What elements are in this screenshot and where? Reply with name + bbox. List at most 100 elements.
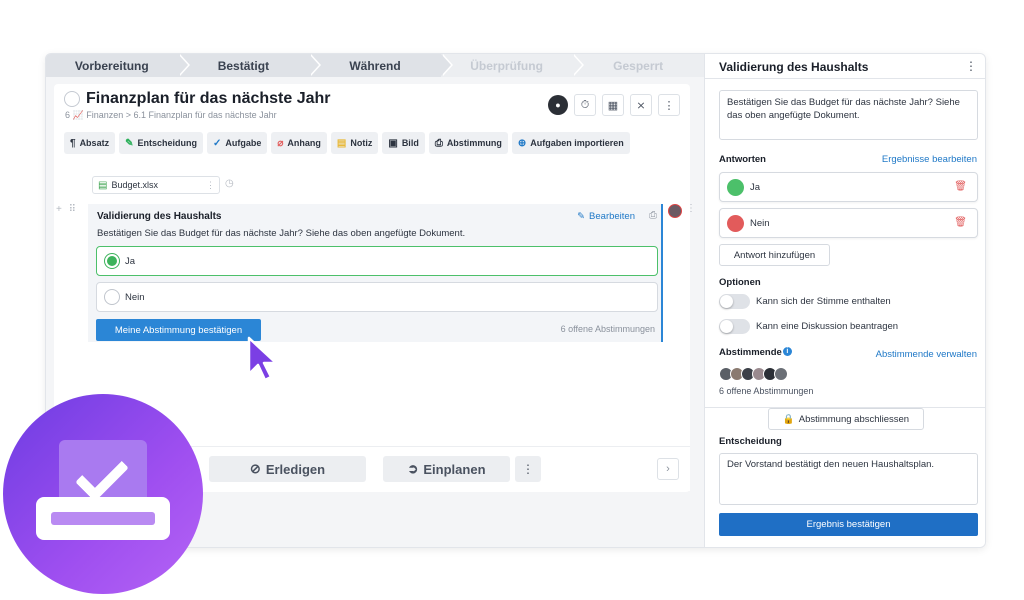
radio-selected[interactable] bbox=[104, 253, 120, 269]
tool-label: Entscheidung bbox=[137, 138, 197, 148]
info-icon[interactable]: i bbox=[782, 347, 792, 356]
answer-label: Ja bbox=[750, 181, 761, 193]
discussion-toggle[interactable] bbox=[719, 319, 750, 334]
paragraph-icon: ¶ bbox=[70, 137, 76, 149]
voter-avatars bbox=[719, 367, 788, 381]
spreadsheet-icon: ▤ bbox=[98, 179, 108, 191]
decision-field[interactable]: Der Vorstand bestätigt den neuen Haushal… bbox=[719, 453, 978, 505]
vote-option-nein[interactable]: Nein bbox=[96, 282, 658, 312]
edit-label: Bearbeiten bbox=[589, 211, 635, 222]
option-label: Nein bbox=[125, 291, 145, 303]
panel-title: Validierung des Haushalts bbox=[719, 60, 869, 74]
tool-absatz[interactable]: ¶ Absatz bbox=[64, 132, 116, 154]
title-row: Finanzplan für das nächste Jahr bbox=[64, 90, 331, 108]
manage-voters-link[interactable]: Abstimmende verwalten bbox=[876, 349, 977, 360]
tool-aufgaben-importieren[interactable]: ⊕ Aufgaben importieren bbox=[511, 132, 630, 154]
divider bbox=[705, 78, 985, 79]
more-icon[interactable]: ⋮ bbox=[658, 94, 680, 116]
ballot-box-badge-icon bbox=[3, 394, 203, 594]
answer-ja[interactable]: Ja 🗑 bbox=[719, 172, 978, 202]
vote-block: Validierung des Haushalts ✎ Bearbeiten ⎙ … bbox=[88, 204, 663, 342]
vote-title: Validierung des Haushalts bbox=[97, 211, 222, 222]
edit-vote-button[interactable]: ✎ Bearbeiten bbox=[577, 211, 635, 222]
tool-label: Bild bbox=[401, 138, 419, 148]
vote-description: Bestätigen Sie das Budget für das nächst… bbox=[97, 228, 466, 239]
note-icon: ▤ bbox=[336, 137, 347, 149]
import-icon: ⊕ bbox=[517, 137, 527, 149]
clock-icon[interactable]: ◷ bbox=[225, 178, 234, 189]
tool-entscheidung[interactable]: ✎ Entscheidung bbox=[119, 132, 203, 154]
file-name: Budget.xlsx bbox=[111, 180, 158, 190]
drag-handle-icon[interactable]: + ⠿ bbox=[56, 204, 78, 215]
done-label: Erledigen bbox=[265, 461, 326, 477]
ballot-icon: ⎙ bbox=[434, 137, 443, 149]
abstain-toggle[interactable] bbox=[719, 294, 750, 309]
gavel-icon: ✎ bbox=[125, 137, 134, 149]
calendar-icon[interactable]: ▦ bbox=[602, 94, 624, 116]
confirm-vote-button[interactable]: Meine Abstimmung bestätigen bbox=[96, 319, 261, 341]
next-chevron-icon[interactable]: › bbox=[657, 458, 679, 480]
trash-icon[interactable]: 🗑 bbox=[954, 217, 967, 228]
step-gesperrt[interactable]: Gesperrt bbox=[572, 54, 704, 77]
arrow-circle-icon: ➲ bbox=[407, 461, 419, 476]
print-icon[interactable]: ⎙ bbox=[649, 210, 657, 221]
tool-label: Aufgabe bbox=[225, 138, 262, 148]
file-menu-icon[interactable]: ⋮ bbox=[206, 180, 215, 191]
ballot-slot bbox=[51, 512, 155, 525]
color-dot[interactable] bbox=[727, 178, 744, 196]
close-vote-button[interactable]: 🔒 Abstimmung abschliessen bbox=[768, 408, 924, 430]
more-icon[interactable]: ⋮ bbox=[686, 203, 696, 214]
trash-icon[interactable]: 🗑 bbox=[954, 181, 967, 192]
tool-abstimmung[interactable]: ⎙ Abstimmung bbox=[428, 132, 508, 154]
schedule-button[interactable]: ➲ Einplanen bbox=[383, 456, 510, 482]
tool-aufgabe[interactable]: ✓ Aufgabe bbox=[206, 132, 268, 154]
breadcrumb[interactable]: 6 📈 Finanzen > 6.1 Finanzplan für das nä… bbox=[65, 110, 277, 121]
lock-icon: 🔒 bbox=[782, 413, 795, 425]
step-waehrend[interactable]: Während bbox=[309, 54, 453, 77]
abstain-option: Kann sich der Stimme enthalten bbox=[719, 294, 891, 309]
option-label: Ja bbox=[125, 255, 136, 267]
check-icon: ✓ bbox=[212, 137, 222, 149]
paperclip-icon: ⌀ bbox=[277, 137, 284, 149]
answer-nein[interactable]: Nein 🗑 bbox=[719, 208, 978, 238]
close-vote-label: Abstimmung abschliessen bbox=[798, 413, 910, 425]
page-title: Finanzplan für das nächste Jahr bbox=[86, 90, 331, 107]
open-votes-count: 6 offene Abstimmungen bbox=[560, 324, 655, 334]
vote-option-ja[interactable]: Ja bbox=[96, 246, 658, 276]
tool-anhang[interactable]: ⌀ Anhang bbox=[271, 132, 327, 154]
radio-unselected[interactable] bbox=[104, 289, 120, 305]
avatar[interactable] bbox=[774, 367, 788, 381]
check-circle-icon: ⊘ bbox=[249, 461, 261, 476]
step-vorbereitung[interactable]: Vorbereitung bbox=[46, 54, 190, 77]
insert-toolbar: ¶ Absatz ✎ Entscheidung ✓ Aufgabe ⌀ Anhang ▤… bbox=[64, 132, 630, 154]
timer-icon[interactable]: ⏱ bbox=[574, 94, 596, 116]
tool-bild[interactable]: ▣ Bild bbox=[382, 132, 425, 154]
color-dot[interactable] bbox=[727, 214, 744, 232]
question-field[interactable]: Bestätigen Sie das Budget für das nächst… bbox=[719, 90, 978, 140]
image-icon: ▣ bbox=[388, 137, 398, 149]
more-icon[interactable]: ⋮ bbox=[965, 59, 977, 73]
hide-icon[interactable]: ⨯ bbox=[630, 94, 652, 116]
workflow-stepper: Vorbereitung Bestätigt Während Überprüfu… bbox=[46, 54, 704, 77]
decision-label: Entscheidung bbox=[719, 436, 782, 447]
complete-checkbox[interactable] bbox=[64, 91, 80, 107]
done-button[interactable]: ⊘ Erledigen bbox=[209, 456, 366, 482]
pencil-icon: ✎ bbox=[577, 211, 586, 222]
attachment-file[interactable]: ▤ Budget.xlsx ⋮ bbox=[92, 176, 220, 194]
edit-results-link[interactable]: Ergebnisse bearbeiten bbox=[882, 154, 977, 165]
tool-notiz[interactable]: ▤ Notiz bbox=[330, 132, 379, 154]
tool-label: Aufgaben importieren bbox=[530, 138, 624, 148]
tool-label: Absatz bbox=[79, 138, 110, 148]
add-answer-button[interactable]: Antwort hinzufügen bbox=[719, 244, 830, 266]
avatar[interactable]: ● bbox=[548, 95, 568, 115]
options-label: Optionen bbox=[719, 277, 761, 288]
cursor-arrow-icon bbox=[247, 336, 278, 382]
more-options-button[interactable]: ⋮ bbox=[515, 456, 541, 482]
schedule-label: Einplanen bbox=[423, 461, 486, 477]
step-bestaetigt[interactable]: Bestätigt bbox=[177, 54, 321, 77]
tool-label: Anhang bbox=[287, 138, 321, 148]
confirm-result-button[interactable]: Ergebnis bestätigen bbox=[719, 513, 978, 536]
option-text: Kann eine Diskussion beantragen bbox=[756, 321, 899, 332]
step-ueberpruefung[interactable]: Überprüfung bbox=[440, 54, 584, 77]
avatar[interactable] bbox=[668, 204, 682, 218]
